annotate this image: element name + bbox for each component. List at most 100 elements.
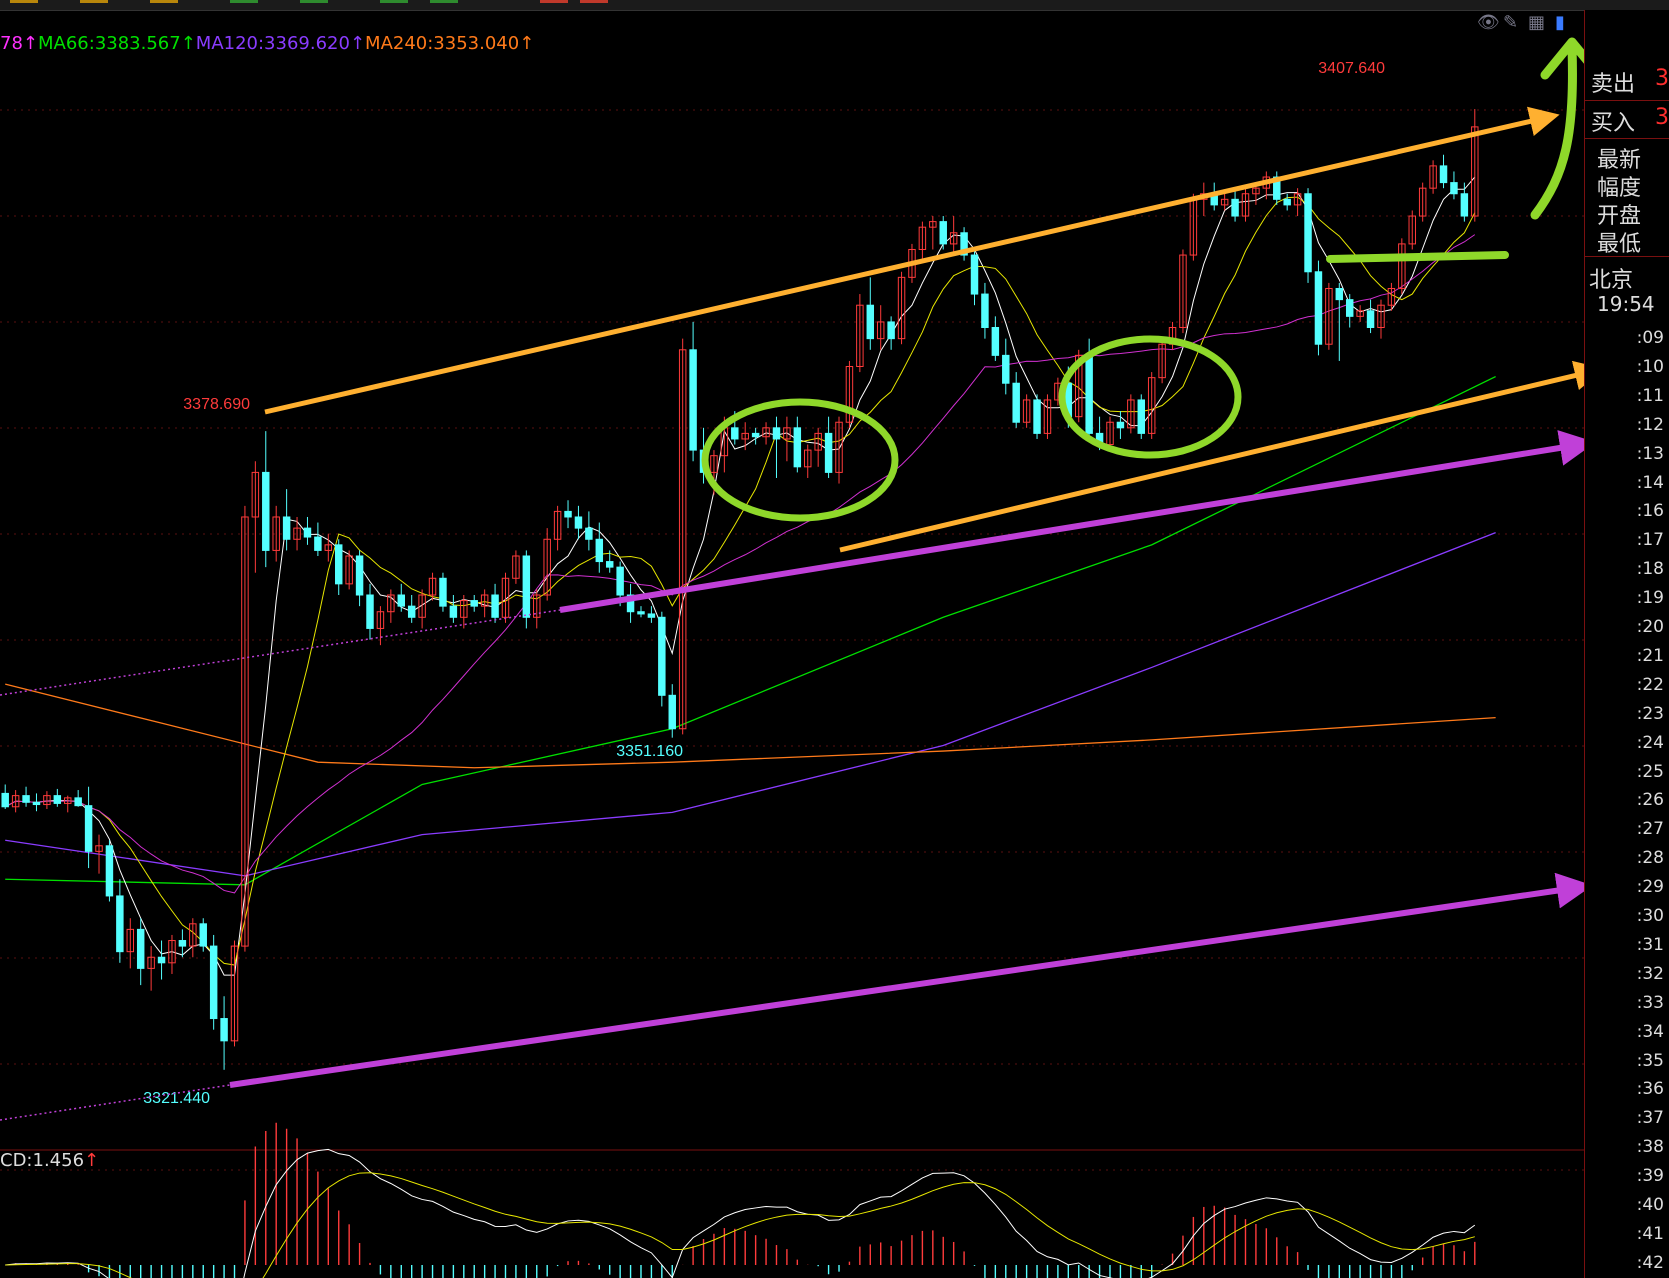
minute-tick: :10 (1636, 356, 1664, 377)
candle-down (866, 304, 875, 340)
candle-down (522, 555, 531, 618)
minute-tick: :34 (1636, 1021, 1664, 1042)
candle-down (647, 613, 656, 618)
minute-tick: :20 (1636, 617, 1664, 637)
candle-down (470, 600, 478, 607)
candle-down (355, 555, 364, 596)
candle-down (605, 561, 614, 568)
minute-tick: :11 (1636, 385, 1664, 406)
candle-down (282, 516, 291, 540)
candle-down (731, 427, 739, 440)
candle-down (1314, 271, 1323, 345)
sell-value: 3 (1655, 66, 1669, 91)
macd-legend: CD:1.456↑ (0, 1150, 99, 1171)
minute-tick: :19 (1636, 588, 1664, 609)
candle-down (116, 895, 124, 953)
minute-tick: :26 (1636, 790, 1664, 811)
candle-down (1450, 182, 1458, 195)
lowest-label: 最低 (1597, 232, 1642, 257)
candle-down (1116, 421, 1125, 429)
candle-down (574, 516, 583, 529)
city-label: 北京 (1589, 268, 1634, 293)
minute-tick: :41 (1636, 1223, 1664, 1244)
macd-dea-line (5, 1172, 1475, 1278)
candle-down (314, 536, 322, 551)
candle-down (824, 432, 833, 473)
candle-down (84, 805, 93, 852)
minute-tick: :22 (1636, 674, 1664, 695)
minute-tick: :38 (1636, 1137, 1664, 1158)
toolbar-tab[interactable] (380, 0, 408, 3)
minute-tick: :12 (1636, 414, 1664, 435)
minute-tick: :28 (1636, 848, 1664, 869)
minute-tick: :36 (1636, 1079, 1664, 1100)
candle-down (397, 594, 405, 607)
candle-down (491, 594, 499, 618)
ma5-line (4, 176, 1476, 976)
minute-tick: :33 (1636, 992, 1664, 1013)
candle-down (991, 327, 1000, 356)
candle-down (53, 795, 62, 804)
candle-down (1002, 354, 1010, 384)
candle-down (407, 605, 416, 618)
candle-down (1335, 287, 1344, 301)
macd-dif-line (5, 1148, 1476, 1278)
candle-down (1033, 399, 1041, 434)
toolbar-tab[interactable] (230, 0, 258, 3)
candlestick-chart: 3407.640 3378.690 3351.160 3321.440 (0, 37, 1584, 1278)
clock-time: 19:54 (1597, 292, 1655, 316)
toolbar-tab[interactable] (150, 0, 178, 3)
candle-down (658, 616, 666, 696)
price-label-low-left: 3321.440 (143, 1090, 210, 1107)
toolbar-tab[interactable] (430, 0, 458, 3)
minute-tick: :16 (1636, 501, 1664, 522)
price-label-high-top: 3407.640 (1318, 60, 1385, 77)
candle-down (303, 527, 312, 538)
buy-label: 买入 (1591, 111, 1636, 136)
candle-down (1366, 310, 1375, 328)
candle-down (887, 321, 895, 340)
minute-tick: :13 (1636, 443, 1664, 464)
ma120-line (5, 531, 1496, 877)
candles (1, 109, 1479, 1070)
candle-down (1304, 193, 1312, 273)
candle-down (1137, 399, 1145, 434)
ma30-line (4, 234, 1476, 894)
minute-tick: :30 (1636, 906, 1664, 926)
candle-down (439, 577, 447, 607)
minute-tick: :14 (1636, 472, 1664, 493)
toolbar-tab[interactable] (540, 0, 568, 3)
minute-tick: :29 (1636, 877, 1664, 898)
minute-tick: :23 (1636, 703, 1664, 724)
candle-down (793, 427, 802, 468)
macd-subchart (5, 1122, 1476, 1278)
breakout-arrow (1530, 37, 1584, 220)
candle-down (1012, 382, 1020, 423)
minute-tick: :18 (1636, 559, 1664, 580)
candle-down (1085, 354, 1093, 434)
sell-label: 卖出 (1591, 72, 1636, 97)
quote-panel: 卖出 3 买入 3 最新 幅度 开盘 最低 北京 19:54 :09:10:11… (1584, 10, 1669, 1278)
candle-down (689, 349, 697, 451)
candle-down (199, 923, 207, 947)
toolbar-tab[interactable] (580, 0, 608, 3)
candle-down (637, 611, 645, 615)
minute-tick: :27 (1636, 819, 1664, 840)
minute-tick: :25 (1636, 761, 1664, 782)
candle-down (136, 928, 145, 969)
candle-down (564, 510, 572, 518)
minute-tick: :39 (1636, 1166, 1664, 1187)
toolbar-tab[interactable] (80, 0, 108, 3)
minute-tick: :24 (1636, 732, 1664, 753)
candle-down (178, 940, 187, 947)
candle-down (595, 538, 604, 563)
candle-down (105, 845, 114, 897)
candle-down (32, 801, 41, 806)
minute-tick: :09 (1636, 328, 1664, 348)
toolbar-tab[interactable] (10, 0, 38, 3)
candle-down (1439, 165, 1448, 184)
short-moving-average-lines (4, 176, 1476, 976)
candle-down (157, 956, 166, 964)
candle-down (22, 795, 30, 803)
toolbar-tab[interactable] (300, 0, 328, 3)
